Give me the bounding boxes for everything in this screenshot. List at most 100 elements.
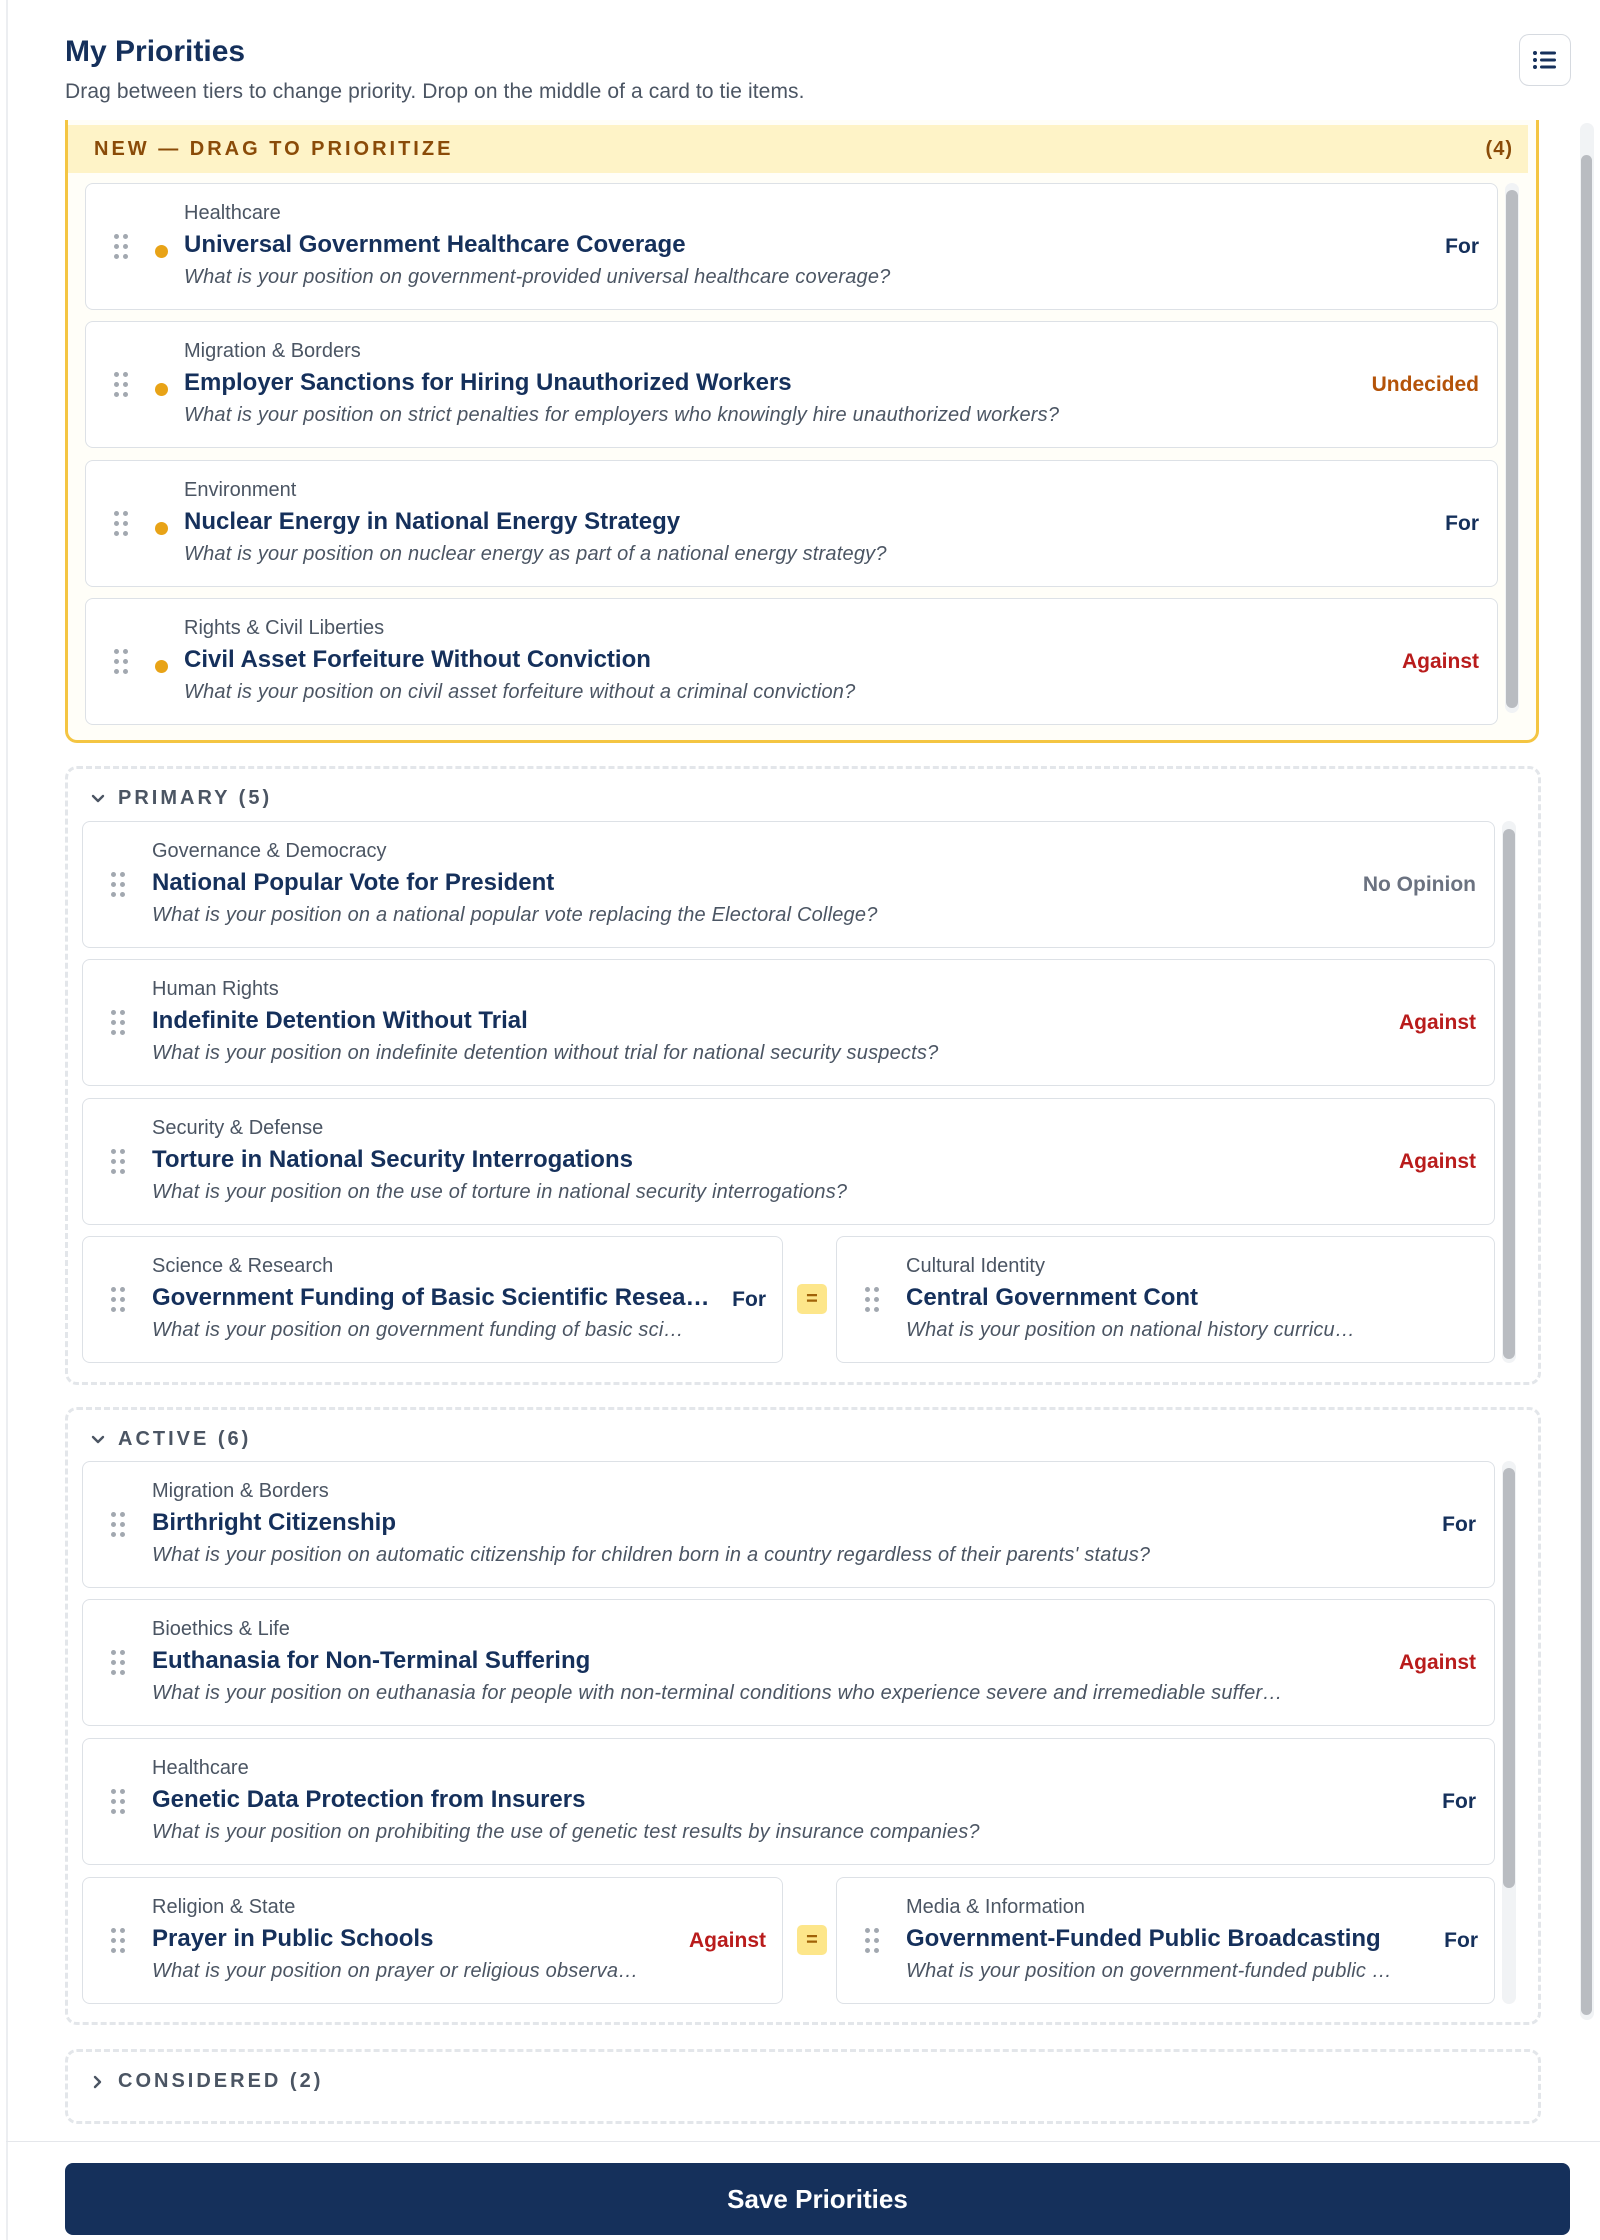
- new-section: NEW — DRAG TO PRIORITIZE (4) Healthcare …: [65, 120, 1539, 743]
- priority-card[interactable]: Migration & Borders Employer Sanctions f…: [85, 321, 1498, 448]
- drag-handle-icon[interactable]: [865, 1286, 881, 1313]
- card-question: What is your position on prohibiting the…: [152, 1821, 980, 1843]
- tier-primary-scrollbar-thumb[interactable]: [1503, 829, 1515, 1359]
- tier-active: ACTIVE (6) Migration & Borders Birthrigh…: [65, 1407, 1541, 2025]
- drag-handle-icon[interactable]: [111, 1927, 127, 1954]
- tier-active-label: ACTIVE (6): [118, 1428, 252, 1450]
- tier-considered[interactable]: CONSIDERED (2): [65, 2049, 1541, 2124]
- priority-card[interactable]: Security & Defense Torture in National S…: [82, 1098, 1495, 1225]
- card-question: What is your position on nuclear energy …: [184, 543, 887, 565]
- priority-card[interactable]: Environment Nuclear Energy in National E…: [85, 460, 1498, 587]
- card-title: Nuclear Energy in National Energy Strate…: [184, 508, 681, 535]
- card-stance: Against: [1401, 649, 1479, 673]
- card-question: What is your position on government-fund…: [906, 1960, 1393, 1982]
- list-settings-icon: [1533, 51, 1556, 69]
- new-indicator-dot: [155, 522, 168, 535]
- footer-divider: [6, 2141, 1600, 2142]
- page-subtitle: Drag between tiers to change priority. D…: [65, 80, 805, 103]
- tier-primary-label: PRIMARY (5): [118, 787, 273, 809]
- card-title: Universal Government Healthcare Coverage: [184, 231, 686, 258]
- save-priorities-button[interactable]: Save Priorities: [65, 2163, 1570, 2235]
- card-stance: For: [1445, 511, 1479, 535]
- tie-indicator[interactable]: =: [797, 1925, 827, 1955]
- priority-card-tied[interactable]: Media & Information Government-Funded Pu…: [836, 1877, 1495, 2004]
- card-category: Healthcare: [184, 202, 281, 224]
- card-stance: For: [1444, 1928, 1478, 1952]
- card-question: What is your position on indefinite dete…: [152, 1042, 939, 1064]
- card-title: National Popular Vote for President: [152, 869, 555, 896]
- card-stance: Against: [1398, 1010, 1476, 1034]
- drag-handle-icon[interactable]: [114, 371, 130, 398]
- priority-card-tied[interactable]: Religion & State Prayer in Public School…: [82, 1877, 783, 2004]
- tier-primary-header[interactable]: PRIMARY (5): [90, 787, 272, 810]
- tier-active-header[interactable]: ACTIVE (6): [90, 1428, 251, 1451]
- card-title: Prayer in Public Schools: [152, 1925, 434, 1952]
- card-stance: For: [1442, 1789, 1476, 1813]
- new-section-header: NEW — DRAG TO PRIORITIZE (4): [68, 125, 1528, 173]
- drag-handle-icon[interactable]: [865, 1927, 881, 1954]
- priority-card-tied[interactable]: Cultural Identity Central Government Con…: [836, 1236, 1495, 1363]
- drag-handle-icon[interactable]: [111, 1148, 127, 1175]
- drag-handle-icon[interactable]: [111, 871, 127, 898]
- new-section-scrollbar-thumb[interactable]: [1506, 190, 1518, 708]
- chevron-right-icon[interactable]: [90, 2074, 106, 2090]
- priority-card[interactable]: Human Rights Indefinite Detention Withou…: [82, 959, 1495, 1086]
- tier-considered-header[interactable]: CONSIDERED (2): [90, 2070, 323, 2093]
- card-stance: Against: [1398, 1650, 1476, 1674]
- chevron-down-icon[interactable]: [90, 791, 106, 807]
- card-question: What is your position on civil asset for…: [184, 681, 856, 703]
- priority-card[interactable]: Rights & Civil Liberties Civil Asset For…: [85, 598, 1498, 725]
- priority-card[interactable]: Healthcare Genetic Data Protection from …: [82, 1738, 1495, 1865]
- tier-active-scrollbar-thumb[interactable]: [1503, 1468, 1515, 1888]
- card-title: Government Funding of Basic Scientific R…: [152, 1284, 710, 1311]
- card-stance: For: [1442, 1512, 1476, 1536]
- card-question: What is your position on automatic citiz…: [152, 1544, 1151, 1566]
- card-title: Civil Asset Forfeiture Without Convictio…: [184, 646, 651, 673]
- drag-handle-icon[interactable]: [111, 1286, 127, 1313]
- card-title: Euthanasia for Non-Terminal Suffering: [152, 1647, 591, 1674]
- card-question: What is your position on prayer or relig…: [152, 1960, 639, 1982]
- drag-handle-icon[interactable]: [114, 510, 130, 537]
- card-title: Indefinite Detention Without Trial: [152, 1007, 528, 1034]
- card-category: Security & Defense: [152, 1117, 324, 1139]
- tier-considered-label: CONSIDERED (2): [118, 2070, 324, 2092]
- drag-handle-icon[interactable]: [114, 233, 130, 260]
- new-section-count: (4): [1485, 137, 1513, 160]
- card-stance: For: [732, 1287, 766, 1311]
- drag-handle-icon[interactable]: [111, 1511, 127, 1538]
- card-title: Genetic Data Protection from Insurers: [152, 1786, 586, 1813]
- card-category: Religion & State: [152, 1896, 296, 1918]
- card-question: What is your position on government fund…: [152, 1319, 684, 1341]
- new-indicator-dot: [155, 245, 168, 258]
- card-question: What is your position on strict penaltie…: [184, 404, 1060, 426]
- card-category: Cultural Identity: [906, 1255, 1045, 1277]
- priority-card[interactable]: Migration & Borders Birthright Citizensh…: [82, 1461, 1495, 1588]
- drag-handle-icon[interactable]: [111, 1649, 127, 1676]
- card-category: Media & Information: [906, 1896, 1085, 1918]
- new-indicator-dot: [155, 660, 168, 673]
- card-category: Migration & Borders: [152, 1480, 329, 1502]
- priority-card[interactable]: Governance & Democracy National Popular …: [82, 821, 1495, 948]
- page-scrollbar-thumb[interactable]: [1581, 155, 1592, 2015]
- chevron-down-icon[interactable]: [90, 1432, 106, 1448]
- tier-primary: PRIMARY (5) Governance & Democracy Natio…: [65, 766, 1541, 1385]
- drag-handle-icon[interactable]: [111, 1788, 127, 1815]
- card-question: What is your position on the use of tort…: [152, 1181, 848, 1203]
- card-stance: Against: [688, 1928, 766, 1952]
- card-category: Migration & Borders: [184, 340, 361, 362]
- card-category: Human Rights: [152, 978, 279, 1000]
- page-title: My Priorities: [65, 35, 246, 68]
- priority-card[interactable]: Bioethics & Life Euthanasia for Non-Term…: [82, 1599, 1495, 1726]
- list-settings-button[interactable]: [1519, 34, 1571, 86]
- priority-card[interactable]: Healthcare Universal Government Healthca…: [85, 183, 1498, 310]
- card-stance: No Opinion: [1362, 872, 1476, 896]
- card-question: What is your position on euthanasia for …: [152, 1682, 1284, 1704]
- card-stance: Undecided: [1371, 372, 1479, 396]
- drag-handle-icon[interactable]: [111, 1009, 127, 1036]
- card-title: Employer Sanctions for Hiring Unauthoriz…: [184, 369, 792, 396]
- card-question: What is your position on national histor…: [906, 1319, 1356, 1341]
- drag-handle-icon[interactable]: [114, 648, 130, 675]
- new-section-label: NEW — DRAG TO PRIORITIZE: [94, 137, 454, 160]
- priority-card-tied[interactable]: Science & Research Government Funding of…: [82, 1236, 783, 1363]
- tie-indicator[interactable]: =: [797, 1284, 827, 1314]
